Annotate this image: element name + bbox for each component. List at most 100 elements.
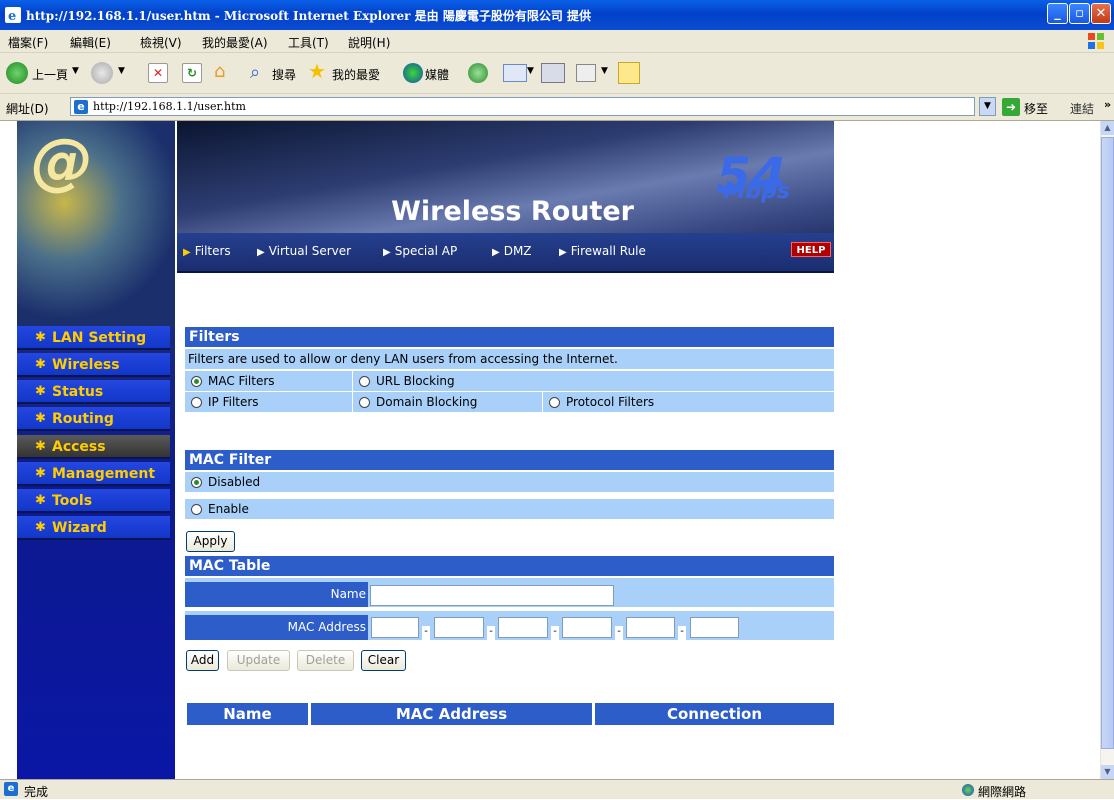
- close-button[interactable]: ✕: [1091, 3, 1111, 24]
- url-blocking-option[interactable]: URL Blocking: [353, 371, 834, 391]
- clear-button[interactable]: Clear: [361, 650, 406, 671]
- mail-dropdown-icon[interactable]: ▼: [527, 66, 534, 76]
- sidebar-item-status[interactable]: ✱ Status: [17, 380, 170, 404]
- mac-octet-4-input[interactable]: [562, 617, 612, 638]
- favorites-star-icon[interactable]: ★: [308, 60, 330, 82]
- mac-octet-1-input[interactable]: [371, 617, 419, 638]
- triangle-icon: ▶: [183, 247, 191, 258]
- at-logo-icon: @: [31, 125, 93, 198]
- go-button[interactable]: 移至: [1024, 100, 1048, 117]
- tab-virtual-server[interactable]: ▶ Virtual Server: [257, 244, 351, 258]
- mac-filter-disabled-row[interactable]: Disabled: [185, 471, 834, 492]
- favorites-button[interactable]: 我的最愛: [332, 66, 380, 83]
- chevron-right-icon[interactable]: »: [1104, 98, 1111, 111]
- add-button[interactable]: Add: [186, 650, 219, 671]
- media-button[interactable]: 媒體: [425, 66, 449, 83]
- disabled-label: Disabled: [208, 475, 261, 489]
- forward-arrow-icon[interactable]: [91, 62, 113, 84]
- domain-blocking-option[interactable]: Domain Blocking: [353, 392, 543, 412]
- back-arrow-icon[interactable]: [6, 62, 28, 84]
- forward-dropdown-icon[interactable]: ▼: [118, 66, 125, 76]
- mac-octet-2-input[interactable]: [434, 617, 484, 638]
- minimize-button[interactable]: _: [1047, 3, 1068, 24]
- protocol-filters-option[interactable]: Protocol Filters: [543, 392, 834, 412]
- star-icon: ✱: [35, 330, 46, 345]
- search-button[interactable]: 搜尋: [272, 66, 296, 83]
- radio-enable[interactable]: [191, 504, 202, 515]
- triangle-icon: ▶: [559, 247, 567, 258]
- menu-help[interactable]: 說明(H): [348, 34, 390, 51]
- go-arrow-icon[interactable]: ➜: [1002, 98, 1020, 116]
- scroll-thumb[interactable]: [1101, 137, 1114, 749]
- maximize-button[interactable]: ▫: [1069, 3, 1090, 24]
- menu-edit[interactable]: 編輯(E): [70, 34, 111, 51]
- toolbar: 上一頁 ▼ ▼ ✕ ↻ ⌂ ⌕ 搜尋 ★ 我的最愛 媒體 ▼ ▼: [0, 53, 1114, 94]
- mac-octet-6-input[interactable]: [690, 617, 739, 638]
- dash-separator: -: [678, 626, 686, 640]
- mac-filter-enable-row[interactable]: Enable: [185, 498, 834, 519]
- stop-icon[interactable]: ✕: [148, 63, 168, 83]
- mac-octet-3-input[interactable]: [498, 617, 548, 638]
- title-bar[interactable]: e http://192.168.1.1/user.htm - Microsof…: [0, 0, 1114, 30]
- address-input[interactable]: e http://192.168.1.1/user.htm: [70, 97, 975, 116]
- search-icon[interactable]: ⌕: [250, 62, 272, 84]
- radio-protocol-filters[interactable]: [549, 397, 560, 408]
- radio-disabled[interactable]: [191, 477, 202, 488]
- menu-tools[interactable]: 工具(T): [288, 34, 329, 51]
- back-button[interactable]: 上一頁: [32, 66, 68, 83]
- sidebar-item-management[interactable]: ✱ Management: [17, 462, 170, 486]
- address-dropdown-icon[interactable]: ▼: [979, 97, 996, 116]
- delete-button[interactable]: Delete: [297, 650, 354, 671]
- update-button[interactable]: Update: [227, 650, 290, 671]
- tab-dmz[interactable]: ▶ DMZ: [492, 244, 532, 258]
- mac-octet-5-input[interactable]: [626, 617, 675, 638]
- messenger-icon[interactable]: [618, 62, 640, 84]
- sidebar-item-routing[interactable]: ✱ Routing: [17, 407, 170, 431]
- scroll-up-icon[interactable]: ▲: [1101, 121, 1114, 135]
- edit-dropdown-icon[interactable]: ▼: [601, 66, 608, 76]
- banner-unit: Mbps: [723, 179, 790, 204]
- triangle-icon: ▶: [257, 247, 265, 258]
- print-icon[interactable]: [541, 63, 565, 83]
- menu-view[interactable]: 檢視(V): [140, 34, 182, 51]
- tab-special-ap[interactable]: ▶ Special AP: [383, 244, 457, 258]
- ip-filters-option[interactable]: IP Filters: [185, 392, 353, 412]
- name-input[interactable]: [370, 585, 614, 606]
- tab-filters[interactable]: ▶ Filters: [183, 244, 231, 258]
- menu-file[interactable]: 檔案(F): [8, 34, 48, 51]
- banner-brand: Wireless Router: [391, 196, 634, 227]
- apply-button[interactable]: Apply: [186, 531, 235, 552]
- menu-bar: 檔案(F) 編輯(E) 檢視(V) 我的最愛(A) 工具(T) 說明(H): [0, 30, 1114, 53]
- vertical-scrollbar[interactable]: ▲ ▼: [1100, 121, 1114, 779]
- sidebar-item-lan-setting[interactable]: ✱ LAN Setting: [17, 326, 170, 350]
- radio-ip-filters[interactable]: [191, 397, 202, 408]
- mac-filters-option[interactable]: MAC Filters: [185, 371, 353, 391]
- address-url[interactable]: http://192.168.1.1/user.htm: [93, 100, 246, 113]
- sidebar-item-tools[interactable]: ✱ Tools: [17, 489, 170, 513]
- star-icon: ✱: [35, 384, 46, 399]
- star-icon: ✱: [35, 411, 46, 426]
- mail-icon[interactable]: [503, 64, 527, 82]
- sidebar-item-wizard[interactable]: ✱ Wizard: [17, 516, 170, 540]
- scroll-down-icon[interactable]: ▼: [1101, 765, 1114, 779]
- links-button[interactable]: 連結: [1070, 100, 1094, 117]
- back-dropdown-icon[interactable]: ▼: [72, 66, 79, 76]
- history-icon[interactable]: [468, 63, 488, 83]
- radio-url-blocking[interactable]: [359, 376, 370, 387]
- star-icon: ✱: [35, 466, 46, 481]
- sidebar-item-wireless[interactable]: ✱ Wireless: [17, 353, 170, 377]
- home-icon[interactable]: ⌂: [214, 62, 236, 82]
- edit-icon[interactable]: [576, 64, 596, 82]
- radio-mac-filters[interactable]: [191, 376, 202, 387]
- media-icon[interactable]: [403, 63, 423, 83]
- tab-firewall-rule[interactable]: ▶ Firewall Rule: [559, 244, 646, 258]
- radio-domain-blocking[interactable]: [359, 397, 370, 408]
- help-button[interactable]: HELP: [791, 242, 831, 257]
- page-icon: e: [74, 100, 88, 114]
- refresh-icon[interactable]: ↻: [182, 63, 202, 83]
- menu-favorites[interactable]: 我的最愛(A): [202, 34, 268, 51]
- status-text: 完成: [24, 785, 49, 799]
- dash-separator: -: [615, 626, 623, 640]
- star-icon: ✱: [35, 493, 46, 508]
- sidebar-item-access[interactable]: ✱ Access: [17, 435, 170, 459]
